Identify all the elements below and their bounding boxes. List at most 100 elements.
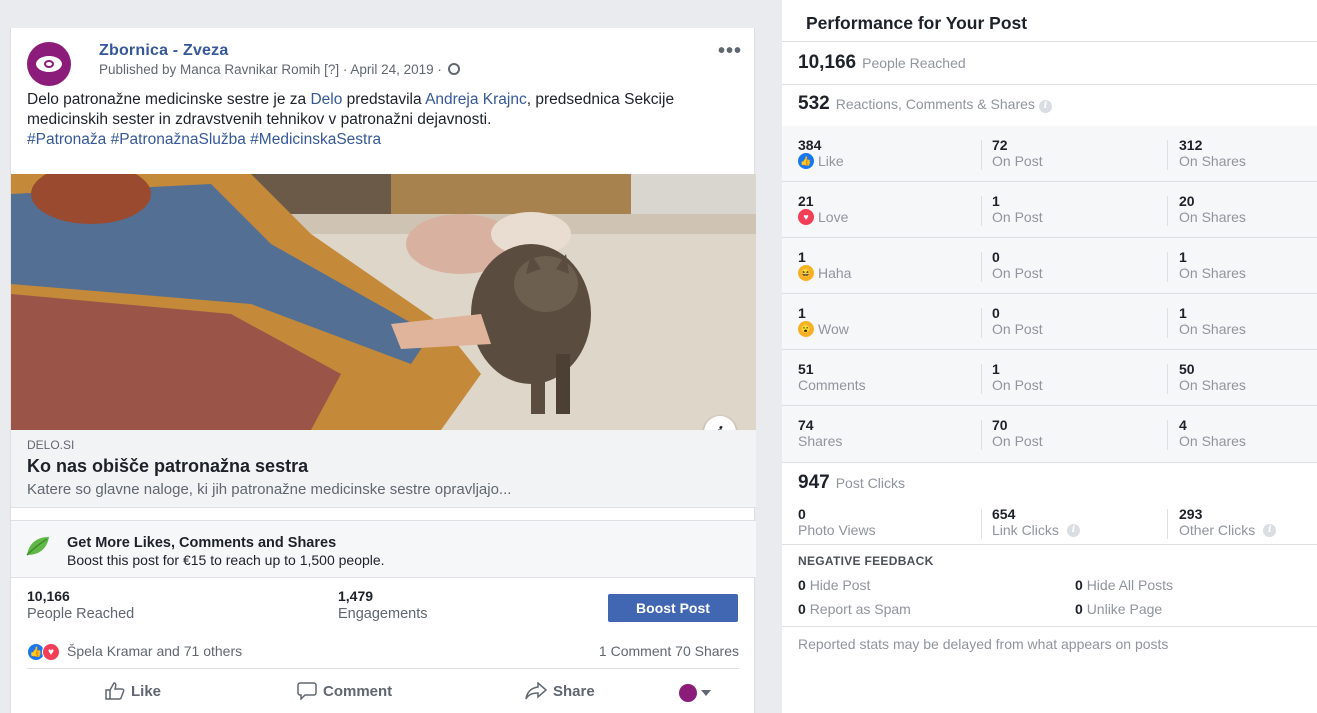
shares-on-shares-value: 4 [1179, 417, 1187, 433]
people-reached-row: 10,166 People Reached [798, 52, 966, 74]
shares-total-label: Shares [798, 433, 843, 449]
like-label: Like [131, 682, 162, 700]
post-card: Zbornica - Zveza Published by Manca Ravn… [10, 28, 756, 713]
post-photo[interactable] [11, 174, 756, 430]
reactors-names[interactable]: Špela Kramar and 71 others [67, 643, 242, 659]
hide-post-stat: 0 Hide Post [798, 577, 870, 593]
link-title[interactable]: Ko nas obišče patronažna sestra [27, 456, 308, 477]
spam-stat: 0 Report as Spam [798, 601, 911, 617]
post-meta: Published by Manca Ravnikar Romih [?] · … [99, 62, 460, 77]
divider-line [782, 41, 1317, 42]
shares-on-post-value: 70 [992, 417, 1008, 433]
page-name-link[interactable]: Zbornica - Zveza [99, 42, 228, 60]
like-on-shares-value: 312 [1179, 137, 1203, 153]
stat-reached-label: People Reached [27, 606, 135, 622]
row-divider [782, 181, 1317, 182]
post-text-part: Delo patronažne medicinske sestre je za [27, 91, 311, 108]
shares-on-post-label: On Post [992, 433, 1043, 449]
info-icon[interactable]: i [1038, 100, 1052, 113]
boost-post-button[interactable]: Boost Post [608, 594, 738, 622]
chevron-down-icon [701, 690, 711, 696]
page-avatar[interactable] [27, 42, 71, 86]
info-icon[interactable]: i [1263, 523, 1277, 537]
row-divider [782, 237, 1317, 238]
column-separator [1167, 140, 1168, 170]
stats-footnote: Reported stats may be delayed from what … [798, 636, 1169, 652]
reactions-total-value: 532 [798, 93, 830, 114]
like-on-shares-label: On Shares [1179, 153, 1246, 169]
hide-all-stat: 0 Hide All Posts [1075, 577, 1173, 593]
shares-total-value: 74 [798, 417, 814, 433]
haha-on-shares-label: On Shares [1179, 265, 1246, 281]
row-divider [782, 293, 1317, 294]
more-options-icon[interactable]: ••• [718, 40, 742, 63]
comments-total: 51 Comments [798, 361, 866, 394]
haha-on-post-value: 0 [992, 249, 1000, 265]
link-clicks-value: 654 [992, 506, 1016, 522]
link-clicks-label: Link Clicks [992, 522, 1059, 538]
divider-line [782, 462, 1317, 463]
comments-on-shares-label: On Shares [1179, 377, 1246, 393]
comments-total-value: 51 [798, 361, 814, 377]
column-separator [981, 420, 982, 450]
comments-on-shares-value: 50 [1179, 361, 1195, 377]
hide-all-label: Hide All Posts [1086, 577, 1174, 593]
comment-button[interactable]: Comment [297, 682, 392, 700]
comments-on-post-label: On Post [992, 377, 1043, 393]
column-separator [981, 196, 982, 226]
love-total-value: 21 [798, 193, 814, 209]
post-clicks-label: Post Clicks [835, 475, 905, 491]
post-header: Zbornica - Zveza Published by Manca Ravn… [27, 40, 742, 86]
haha-on-post-label: On Post [992, 265, 1043, 281]
reactions-total-row: 532 Reactions, Comments & Shares i [798, 93, 1052, 115]
wow-on-post-label: On Post [992, 321, 1043, 337]
comment-icon [297, 682, 317, 700]
hide-all-value: 0 [1075, 577, 1083, 593]
shares-on-post: 70 On Post [992, 417, 1043, 450]
wow-on-post: 0 On Post [992, 305, 1043, 338]
comment-share-counts[interactable]: 1 Comment 70 Shares [599, 643, 739, 659]
post-clicks-value: 947 [798, 472, 830, 493]
column-divider [770, 0, 782, 713]
shares-total: 74 Shares [798, 417, 843, 450]
reactions-breakdown: 384 👍 Like 72 On Post 312 On Shares 21 ♥ L… [782, 126, 1317, 462]
leaf-icon [26, 537, 49, 556]
other-clicks-label: Other Clicks [1179, 522, 1256, 538]
people-reached-value: 10,166 [798, 52, 857, 73]
like-total-value: 384 [798, 137, 822, 153]
performance-panel: Performance for Your Post 10,166 People R… [782, 0, 1317, 713]
link-preview[interactable]: DELO.SI Ko nas obišče patronažna sestra … [11, 430, 756, 508]
wow-on-shares: 1 On Shares [1179, 306, 1246, 338]
comments-on-shares: 50 On Shares [1179, 361, 1246, 394]
divider-line [782, 84, 1317, 85]
share-button[interactable]: Share [525, 682, 595, 700]
haha-total-value: 1 [798, 249, 806, 265]
post-as-selector[interactable] [679, 684, 711, 702]
like-on-shares: 312 On Shares [1179, 137, 1246, 170]
like-button[interactable]: Like [105, 682, 161, 700]
shares-on-shares: 4 On Shares [1179, 417, 1246, 450]
info-icon[interactable]: i [1066, 523, 1080, 537]
haha-on-post: 0 On Post [992, 249, 1043, 282]
love-on-shares: 20 On Shares [1179, 194, 1246, 226]
haha-total: 1 😆 Haha [798, 250, 851, 281]
reaction-icons[interactable]: 👍 ♥ [27, 643, 63, 661]
love-on-post-label: On Post [992, 209, 1043, 225]
divider-line [782, 544, 1317, 545]
wow-on-post-value: 0 [992, 305, 1000, 321]
mention-link-delo[interactable]: Delo [310, 91, 342, 108]
hashtags-link[interactable]: #Patronaža #PatronažnaSlužba #Medicinska… [27, 131, 381, 148]
haha-icon: 😆 [798, 265, 814, 281]
love-reaction-icon: ♥ [42, 643, 60, 661]
stat-engagements-value: 1,479 [338, 588, 374, 604]
wow-icon: 😮 [798, 321, 814, 337]
share-icon [525, 682, 547, 700]
column-separator [981, 252, 982, 282]
mention-link-andreja[interactable]: Andreja Krajnc [425, 91, 527, 108]
haha-on-shares-value: 1 [1179, 249, 1187, 265]
love-on-post: 1 On Post [992, 194, 1043, 226]
unlike-value: 0 [1075, 601, 1083, 617]
photo-views: 0 Photo Views [798, 507, 876, 539]
stat-engagements-label: Engagements [338, 606, 428, 622]
post-text-part: predstavila [342, 91, 426, 108]
